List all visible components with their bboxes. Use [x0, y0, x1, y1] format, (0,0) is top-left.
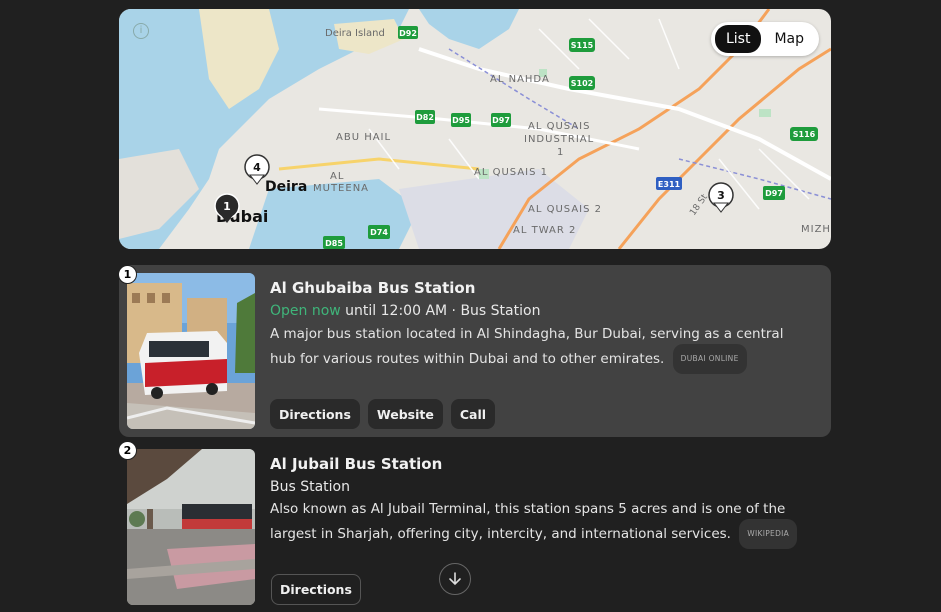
label-industrial-num: 1 [557, 147, 564, 158]
map-marker-3[interactable]: 3 [708, 182, 734, 213]
label-muteena: MUTEENA [313, 183, 369, 194]
arrow-down-icon [449, 572, 461, 586]
source-badge-1[interactable]: DUBAI ONLINE [672, 344, 747, 374]
station-category-2: Bus Station [270, 479, 350, 495]
result-card-1[interactable]: Al Ghubaiba Bus Station Open now until 1… [119, 265, 831, 437]
open-status: Open now [270, 303, 341, 319]
action-buttons-2: Directions [271, 574, 361, 605]
shield-d82: D82 [416, 113, 434, 122]
shield-s116: S116 [793, 130, 816, 139]
shield-d85: D85 [325, 239, 343, 248]
label-al-nahda: AL NAHDA [490, 74, 550, 85]
marker-label-3: 3 [717, 189, 725, 202]
station-name-1[interactable]: Al Ghubaiba Bus Station [270, 279, 475, 297]
result-number-1: 1 [118, 265, 137, 284]
station-name-2[interactable]: Al Jubail Bus Station [270, 455, 442, 473]
action-buttons-1: Directions Website Call [270, 399, 496, 429]
call-button[interactable]: Call [450, 399, 496, 429]
shield-d97: D97 [492, 116, 510, 125]
label-al-qusais-2: AL QUSAIS 2 [528, 204, 602, 215]
source-badge-2[interactable]: WIKIPEDIA [739, 519, 798, 549]
map-view-button[interactable]: Map [763, 25, 815, 53]
scroll-down-button[interactable] [439, 563, 471, 595]
directions-button-2[interactable]: Directions [271, 574, 361, 605]
result-card-2[interactable]: Al Jubail Bus Station Bus Station Also k… [119, 442, 831, 612]
shield-s115: S115 [571, 41, 594, 50]
shield-d74: D74 [370, 228, 388, 237]
label-deira: Deira [265, 179, 307, 195]
label-al: AL [330, 171, 344, 182]
label-18-st: 18 St [688, 192, 710, 217]
label-al-qusais-industrial: AL QUSAIS [528, 121, 590, 132]
station-photo-2[interactable] [127, 449, 255, 605]
label-al-twar-2: AL TWAR 2 [513, 225, 576, 236]
marker-label-4: 4 [253, 161, 261, 174]
shield-s102: S102 [571, 79, 593, 88]
map-panel[interactable]: Deira Island AL NAHDA AL QUSAIS INDUSTRI… [119, 9, 831, 249]
shield-d95: D95 [452, 116, 470, 125]
website-button[interactable]: Website [367, 399, 443, 429]
shield-d97-east: D97 [765, 189, 783, 198]
description-text-2: Also known as Al Jubail Terminal, this s… [270, 501, 786, 542]
label-abu-hail: ABU HAIL [336, 132, 391, 143]
view-toggle: List Map [710, 22, 819, 56]
result-number-2: 2 [118, 441, 137, 460]
marker-label-1: 1 [223, 200, 231, 213]
label-industrial: INDUSTRIAL [524, 134, 594, 145]
shield-d92: D92 [399, 29, 417, 38]
station-description-2: Also known as Al Jubail Terminal, this s… [270, 499, 810, 549]
list-view-button[interactable]: List [714, 25, 762, 53]
label-mizh: MIZH [801, 224, 831, 235]
station-meta-1: Open now until 12:00 AM · Bus Station [270, 303, 540, 319]
directions-button[interactable]: Directions [270, 399, 360, 429]
label-al-qusais-1: AL QUSAIS 1 [474, 167, 548, 178]
station-photo-1[interactable] [127, 273, 255, 429]
label-deira-island: Deira Island [325, 28, 385, 39]
shield-e311: E311 [658, 180, 681, 189]
hours-and-category: until 12:00 AM · Bus Station [340, 303, 541, 319]
info-icon[interactable]: i [133, 23, 149, 39]
station-description-1: A major bus station located in Al Shinda… [270, 324, 810, 374]
